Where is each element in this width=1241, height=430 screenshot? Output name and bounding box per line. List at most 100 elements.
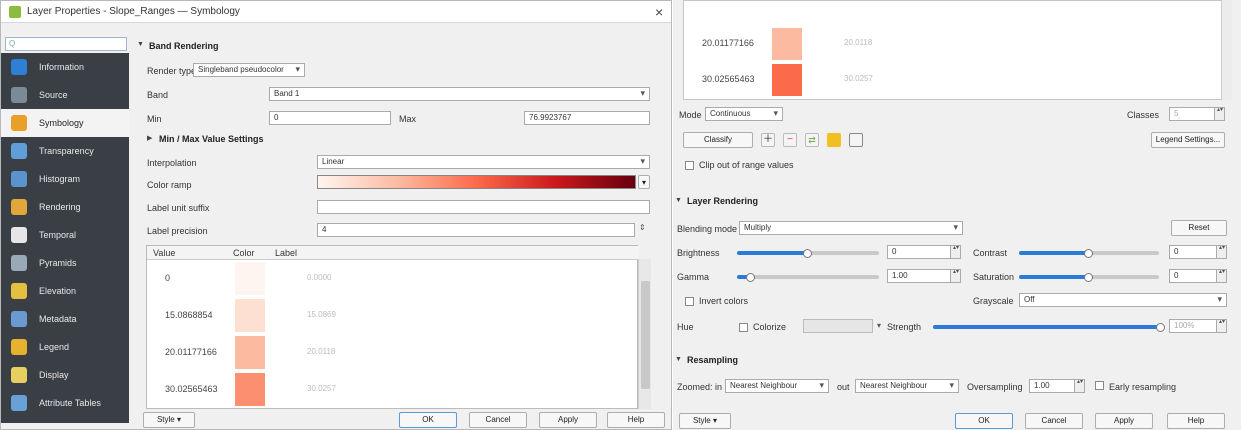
contrast-slider[interactable] [1019, 249, 1159, 258]
class-value[interactable]: 20.01177166 [165, 347, 217, 357]
sidebar-item-display[interactable]: Display [1, 361, 129, 389]
label-precision-input[interactable]: 4 [317, 223, 635, 237]
sidebar-item-pyramids[interactable]: Pyramids [1, 249, 129, 277]
color-column-header[interactable]: Color [233, 248, 255, 258]
band-combo[interactable]: Band 1 [269, 87, 650, 101]
class-label[interactable]: 0.0000 [307, 273, 331, 282]
collapse-arrow-icon[interactable]: ▼ [675, 356, 682, 363]
colorize-color-button[interactable] [803, 319, 873, 333]
class-color-swatch[interactable] [235, 336, 265, 369]
sidebar-item-source[interactable]: Source [1, 81, 129, 109]
class-value[interactable]: 15.0868854 [165, 310, 213, 320]
class-value[interactable]: 0 [165, 273, 170, 283]
gamma-spinbox[interactable]: 1.00 [887, 269, 961, 283]
min-input[interactable]: 0 [269, 111, 391, 125]
help-button[interactable]: Help [1167, 413, 1225, 429]
brightness-spinbox[interactable]: 0 [887, 245, 961, 259]
class-table-scrollbar-right[interactable] [1221, 0, 1232, 100]
colorize-checkbox[interactable] [739, 323, 748, 332]
expand-arrow-icon[interactable]: ▶ [147, 134, 152, 142]
label-unit-suffix-input[interactable] [317, 200, 650, 214]
class-table-scrollbar[interactable] [638, 259, 651, 409]
gamma-slider[interactable] [737, 273, 879, 282]
strength-slider[interactable] [933, 323, 1165, 332]
export-classes-icon[interactable] [849, 133, 863, 147]
strength-spinbox[interactable]: 100% [1169, 319, 1227, 333]
ok-button[interactable]: OK [399, 412, 457, 428]
value-column-header[interactable]: Value [153, 248, 175, 258]
cancel-button[interactable]: Cancel [1025, 413, 1083, 429]
precision-spinner-icon[interactable]: ⇕ [639, 223, 646, 232]
reset-button[interactable]: Reset [1171, 220, 1227, 236]
sidebar-item-elevation[interactable]: Elevation [1, 277, 129, 305]
mode-combo[interactable]: Continuous [705, 107, 783, 121]
cancel-button[interactable]: Cancel [469, 412, 527, 428]
load-classes-icon[interactable] [827, 133, 841, 147]
sidebar-item-rendering[interactable]: Rendering [1, 193, 129, 221]
clip-out-of-range-checkbox[interactable] [685, 161, 694, 170]
class-color-swatch[interactable] [772, 64, 802, 96]
class-value[interactable]: 20.01177166 [702, 38, 754, 48]
class-label[interactable]: 20.0118 [307, 347, 335, 356]
collapse-arrow-icon[interactable]: ▼ [137, 41, 144, 48]
saturation-spinbox[interactable]: 0 [1169, 269, 1227, 283]
class-value[interactable]: 30.02565463 [702, 74, 755, 84]
zoomed-out-combo[interactable]: Nearest Neighbour [855, 379, 959, 393]
slider-track[interactable] [737, 275, 879, 279]
color-ramp-preview[interactable] [317, 175, 636, 189]
legend-settings-button[interactable]: Legend Settings... [1151, 132, 1225, 148]
sidebar-item-metadata[interactable]: Metadata [1, 305, 129, 333]
table-row[interactable]: 30.02565463 30.0257 [684, 62, 1222, 98]
add-class-icon[interactable]: ＋ [761, 133, 775, 147]
classes-spinbox[interactable]: 5 [1169, 107, 1225, 121]
colorize-dropdown-icon[interactable]: ▾ [877, 321, 881, 330]
class-table[interactable]: Value Color Label 0 0.0000 15.0868854 15.08… [146, 245, 639, 409]
zoomed-in-combo[interactable]: Nearest Neighbour [725, 379, 829, 393]
invert-colors-checkbox[interactable] [685, 297, 694, 306]
class-color-swatch[interactable] [235, 299, 265, 332]
table-row[interactable]: 20.01177166 20.0118 [147, 334, 625, 371]
minmax-settings-header[interactable]: Min / Max Value Settings [159, 134, 264, 144]
render-type-combo[interactable]: Singleband pseudocolor [193, 63, 305, 77]
class-color-swatch[interactable] [235, 262, 265, 295]
sidebar-item-legend[interactable]: Legend [1, 333, 129, 361]
sidebar-item-transparency[interactable]: Transparency [1, 137, 129, 165]
table-row[interactable]: 20.01177166 20.0118 [684, 26, 1222, 62]
classify-button[interactable]: Classify [683, 132, 753, 148]
collapse-arrow-icon[interactable]: ▼ [675, 197, 682, 204]
interpolation-combo[interactable]: Linear [317, 155, 650, 169]
early-resampling-checkbox[interactable] [1095, 381, 1104, 390]
slider-handle[interactable] [1084, 273, 1093, 282]
blending-mode-combo[interactable]: Multiply [739, 221, 963, 235]
close-icon[interactable]: × [655, 4, 663, 20]
max-input[interactable]: 76.9923767 [524, 111, 650, 125]
style-button[interactable]: Style ▾ [679, 413, 731, 429]
sidebar-item-attribute-tables[interactable]: Attribute Tables [1, 389, 129, 417]
apply-button[interactable]: Apply [1095, 413, 1153, 429]
table-row[interactable]: 15.0868854 15.0869 [147, 297, 625, 334]
saturation-slider[interactable] [1019, 273, 1159, 282]
slider-handle[interactable] [803, 249, 812, 258]
sidebar-item-histogram[interactable]: Histogram [1, 165, 129, 193]
brightness-slider[interactable] [737, 249, 879, 258]
label-column-header[interactable]: Label [275, 248, 297, 258]
color-ramp-dropdown-icon[interactable]: ▾ [638, 175, 650, 189]
class-table-continued[interactable]: 20.01177166 20.0118 30.02565463 30.0257 [683, 0, 1223, 100]
sidebar-search-input[interactable]: Q [5, 37, 127, 51]
slider-handle[interactable] [1084, 249, 1093, 258]
scrollbar-thumb[interactable] [641, 281, 650, 389]
contrast-spinbox[interactable]: 0 [1169, 245, 1227, 259]
class-value[interactable]: 30.02565463 [165, 384, 218, 394]
slider-handle[interactable] [746, 273, 756, 282]
class-color-swatch[interactable] [772, 28, 802, 60]
table-row[interactable]: 0 0.0000 [147, 260, 625, 297]
sidebar-item-information[interactable]: Information [1, 53, 129, 81]
grayscale-combo[interactable]: Off [1019, 293, 1227, 307]
oversampling-spinbox[interactable]: 1.00 [1029, 379, 1085, 393]
ok-button[interactable]: OK [955, 413, 1013, 429]
style-button[interactable]: Style ▾ [143, 412, 195, 428]
sidebar-item-temporal[interactable]: Temporal [1, 221, 129, 249]
help-button[interactable]: Help [607, 412, 665, 428]
class-label[interactable]: 30.0257 [844, 74, 873, 83]
class-label[interactable]: 15.0869 [307, 310, 336, 319]
